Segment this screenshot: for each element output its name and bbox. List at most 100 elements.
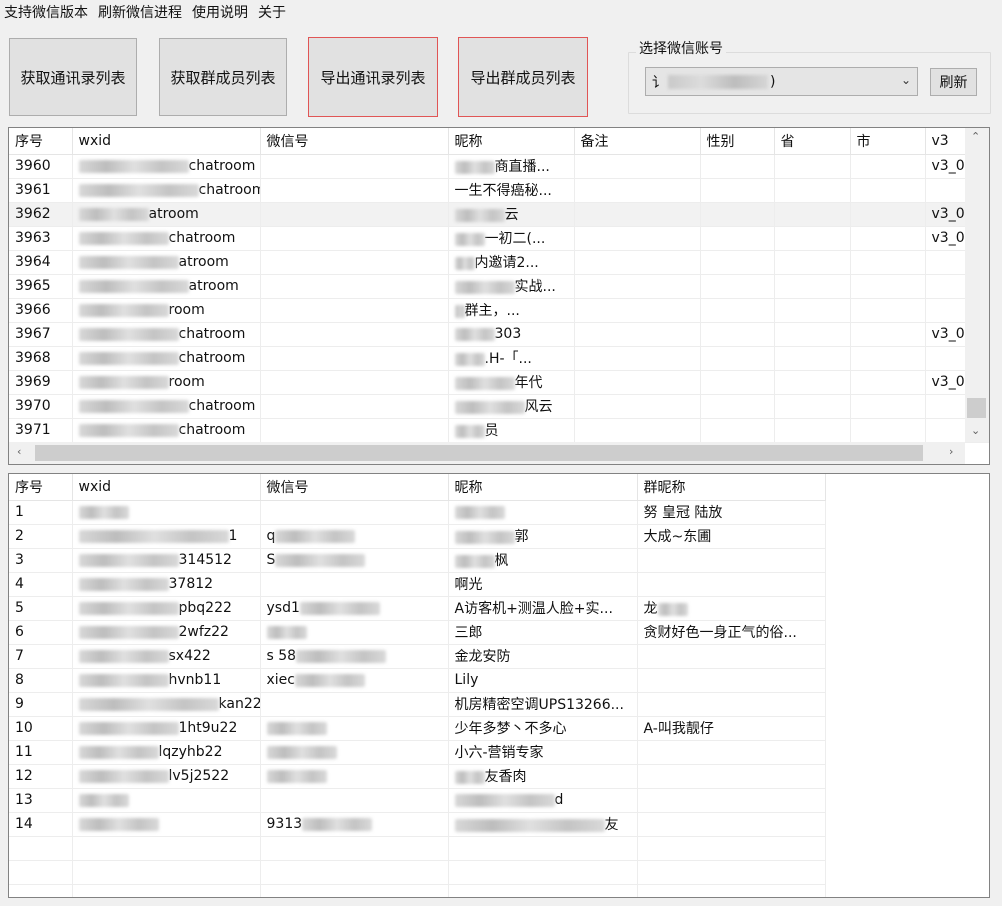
scroll-down-icon[interactable]: ⌄ [971,424,980,437]
table-row[interactable]: 3965 atroom 实战... [9,274,989,299]
scroll-right-icon[interactable]: › [949,445,953,458]
cell-wxid: 314512 [72,548,261,573]
cell-no-text: 4 [15,576,24,592]
table-row[interactable]: 3969 room 年代 v3_02 [9,370,989,395]
table-row[interactable]: 7 sx422 s 58 金龙安防 [9,644,826,669]
table-row[interactable]: 3966 room 群主，... [9,298,989,323]
col-header-gender[interactable]: 性别 [700,128,775,155]
table-row[interactable]: 3960 chatroom 商直播... v3_02 [9,154,989,179]
redacted-text [78,207,149,221]
refresh-button[interactable]: 刷新 [930,68,977,96]
table-row[interactable]: 3 314512 S 枫 [9,548,826,573]
redacted-text [78,505,129,519]
account-select[interactable]: 讠 ) ⌄ [645,67,918,96]
cell-city [850,418,926,443]
cell-province [774,322,851,347]
cell-gender [700,178,775,203]
cell-wxid: 2wfz22 [72,620,261,645]
table-row[interactable]: 3962 atroom 云 v3_02 [9,202,989,227]
cell-no: 11 [9,740,73,765]
cell-wxid: 37812 [72,572,261,597]
col-header-no[interactable]: 序号 [9,128,73,155]
redacted-text [266,721,327,735]
col-header-nickname[interactable]: 昵称 [448,474,638,501]
contacts-vscroll-thumb[interactable] [967,398,986,418]
contacts-vscrollbar[interactable]: ⌃ ⌄ [965,128,989,442]
get-contacts-button[interactable]: 获取通讯录列表 [9,38,137,116]
chevron-down-icon[interactable]: ⌄ [901,73,911,87]
col-header-group-nickname[interactable]: 群昵称 [637,474,826,501]
cell-nickname: 内邀请2... [448,250,575,275]
col-header-remark[interactable]: 备注 [574,128,701,155]
cell-wxid-text: atroom [178,254,229,270]
table-row[interactable]: 3967 chatroom 303 v3_02 [9,322,989,347]
col-header-wechat-id[interactable]: 微信号 [260,474,449,501]
cell-wxid-text: lv5j2522 [168,768,230,784]
cell-no: 3969 [9,370,73,395]
col-header-wxid[interactable]: wxid [72,474,261,501]
empty-cell [637,836,826,861]
contacts-hscroll-thumb[interactable] [35,445,923,461]
table-row[interactable]: 5 pbq222 ysd1 A访客机+测温人脸+实... 龙 [9,596,826,621]
cell-remark [574,370,701,395]
export-contacts-button[interactable]: 导出通讯录列表 [308,37,438,117]
table-row[interactable]: 9 kan22 机房精密空调UPS13266... [9,692,826,717]
cell-no-text: 6 [15,624,24,640]
members-grid[interactable]: 序号 wxid 微信号 昵称 群昵称 1 努 皇冠 陆放 2 1 q 郭 大成~东圃 3 314… [8,473,990,898]
redacted-text [454,208,505,222]
cell-nickname-text: 郭 [514,529,529,545]
cell-wxid: chatroom [72,394,261,419]
redacted-text [454,793,555,807]
table-row[interactable]: 3968 chatroom .H-「... [9,346,989,371]
table-row[interactable]: 13 d [9,788,826,813]
menu-help[interactable]: 使用说明 [187,0,253,26]
table-row[interactable]: 3971 chatroom 员 [9,418,989,443]
table-row[interactable]: 14 9313 友 [9,812,826,837]
table-row[interactable]: 3961 chatroom 一生不得癌秘... [9,178,989,203]
col-header-wechat-id[interactable]: 微信号 [260,128,449,155]
redacted-text [78,721,179,735]
redacted-text [78,649,169,663]
table-row[interactable]: 3970 chatroom 风云 [9,394,989,419]
col-header-nickname[interactable]: 昵称 [448,128,575,155]
cell-wxid-text: room [168,302,205,318]
table-row[interactable]: 6 2wfz22 三郎 贪财好色一身正气的俗... [9,620,826,645]
table-row[interactable]: 1 努 皇冠 陆放 [9,500,826,525]
cell-city [850,154,926,179]
col-header-province[interactable]: 省 [774,128,851,155]
table-row[interactable]: 10 1ht9u22 少年多梦丶不多心 A-叫我靓仔 [9,716,826,741]
col-header-city[interactable]: 市 [850,128,926,155]
export-members-button[interactable]: 导出群成员列表 [458,37,588,117]
col-header-no[interactable]: 序号 [9,474,73,501]
account-select-prefix: 讠 [652,74,666,91]
table-row[interactable]: 8 hvnb11 xiec Lily [9,668,826,693]
redacted-text [454,530,515,544]
table-row[interactable]: 3963 chatroom 一初二(... v3_02 [9,226,989,251]
scroll-left-icon[interactable]: ‹ [17,445,21,458]
menu-about[interactable]: 关于 [253,0,291,26]
cell-no: 3971 [9,418,73,443]
cell-no: 9 [9,692,73,717]
table-row[interactable]: 2 1 q 郭 大成~东圃 [9,524,826,549]
scroll-up-icon[interactable]: ⌃ [971,130,980,143]
table-row[interactable]: 11 lqzyhb22 小六-营销专家 [9,740,826,765]
cell-nickname: 友 [448,812,638,837]
cell-wechat-id [260,226,449,251]
cell-wxid: atroom [72,250,261,275]
get-members-button[interactable]: 获取群成员列表 [159,38,287,116]
col-header-wxid[interactable]: wxid [72,128,261,155]
contacts-grid[interactable]: 序号 wxid 微信号 昵称 备注 性别 省 市 v3 3960 chatroom… [8,127,990,465]
table-row[interactable]: 12 lv5j2522 友香肉 [9,764,826,789]
cell-wxid: sx422 [72,644,261,669]
cell-no-text: 12 [15,768,33,784]
cell-gender [700,394,775,419]
table-row[interactable]: 3964 atroom 内邀请2... [9,250,989,275]
cell-wechat-id [260,740,449,765]
table-row[interactable]: 4 37812 啊光 [9,572,826,597]
menu-supported-versions[interactable]: 支持微信版本 [0,0,93,26]
contacts-hscrollbar[interactable]: ‹ › [9,442,965,464]
redacted-text [78,231,169,245]
splitter[interactable] [0,465,1002,473]
redacted-text [454,400,525,414]
menu-refresh-process[interactable]: 刷新微信进程 [93,0,187,26]
